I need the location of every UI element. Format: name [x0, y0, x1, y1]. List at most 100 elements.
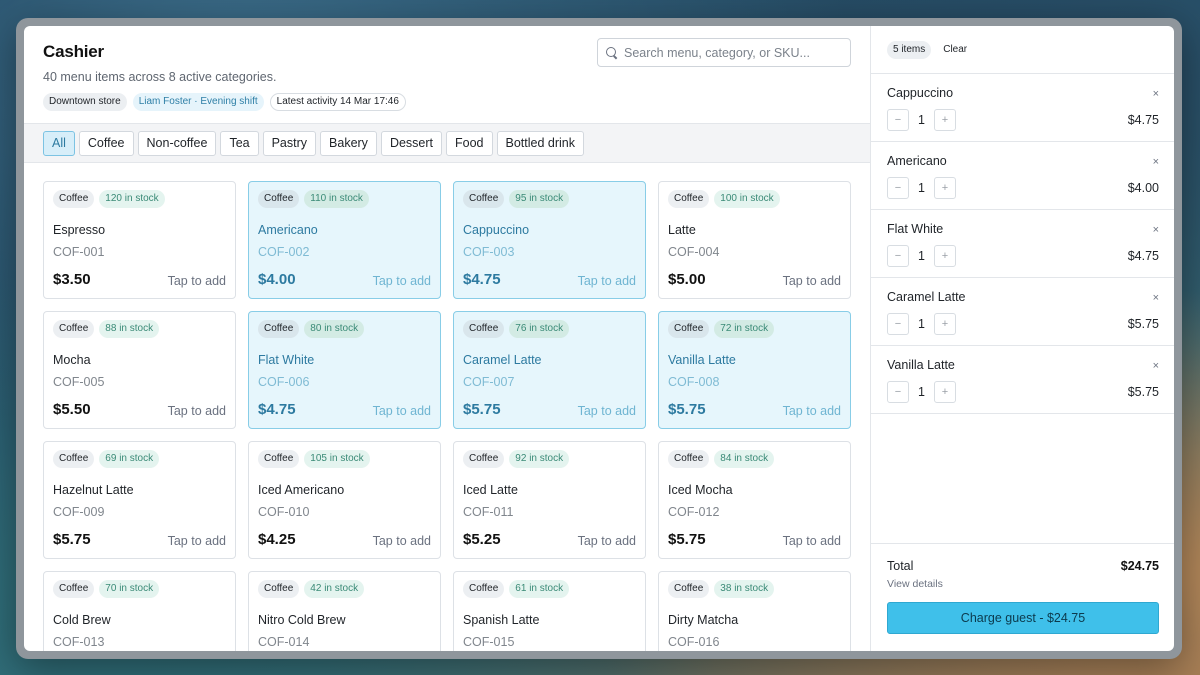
increase-quantity-button[interactable]: +: [934, 109, 956, 131]
search-box[interactable]: [597, 38, 851, 67]
product-name: Caramel Latte: [463, 353, 542, 367]
tab-food[interactable]: Food: [446, 130, 493, 156]
product-card[interactable]: Coffee 72 in stock Vanilla Latte COF-008 $5.…: [658, 311, 851, 429]
charge-guest-button[interactable]: Charge guest - $24.75: [887, 602, 1159, 634]
tap-to-add-label: Tap to add: [577, 274, 636, 288]
quantity-value: 1: [918, 249, 925, 263]
staff-chip: Liam Foster · Evening shift: [132, 93, 264, 111]
tab-non-coffee[interactable]: Non-coffee: [137, 130, 217, 156]
card-badges: Coffee 76 in stock: [463, 320, 636, 338]
cart-item-price: $4.75: [1127, 113, 1159, 127]
product-price: $5.50: [53, 401, 91, 418]
cart-item-name: Vanilla Latte: [887, 358, 955, 372]
quantity-value: 1: [918, 181, 925, 195]
product-sku: COF-003: [463, 245, 515, 259]
increase-quantity-button[interactable]: +: [934, 177, 956, 199]
decrease-quantity-button[interactable]: −: [887, 245, 909, 267]
decrease-quantity-button[interactable]: −: [887, 381, 909, 403]
product-card[interactable]: Coffee 76 in stock Caramel Latte COF-007 $5.…: [453, 311, 646, 429]
product-name: Vanilla Latte: [668, 353, 736, 367]
cart-item: Caramel Latte × −1 + $5.75: [871, 278, 1174, 346]
decrease-quantity-button[interactable]: −: [887, 109, 909, 131]
product-sku: COF-004: [668, 245, 720, 259]
stock-badge: 80 in stock: [304, 320, 365, 338]
cart-item: Vanilla Latte × −1 + $5.75: [871, 346, 1174, 414]
search-input[interactable]: [624, 45, 834, 60]
tab-bakery[interactable]: Bakery: [320, 130, 377, 156]
product-name: Cappuccino: [463, 223, 530, 237]
product-card[interactable]: Coffee 42 in stock Nitro Cold Brew COF-014: [248, 571, 441, 651]
stock-badge: 110 in stock: [304, 190, 369, 208]
decrease-quantity-button[interactable]: −: [887, 177, 909, 199]
product-card[interactable]: Coffee 88 in stock Mocha COF-005 $5.50 Tap to…: [43, 311, 236, 429]
cart-item-price: $4.00: [1127, 181, 1159, 195]
remove-item-icon[interactable]: ×: [1153, 88, 1159, 100]
view-details-link[interactable]: View details: [887, 578, 1159, 590]
cart-item: Cappuccino × −1 + $4.75: [871, 74, 1174, 142]
category-tabs: All Coffee Non-coffee Tea Pastry Bakery Desser…: [24, 123, 870, 163]
increase-quantity-button[interactable]: +: [934, 245, 956, 267]
clear-cart-button[interactable]: Clear: [937, 40, 973, 59]
stock-badge: 42 in stock: [304, 580, 365, 598]
remove-item-icon[interactable]: ×: [1153, 156, 1159, 168]
product-card[interactable]: Coffee 84 in stock Iced Mocha COF-012 $5.75 T…: [658, 441, 851, 559]
search-icon: [606, 46, 618, 59]
product-name: Nitro Cold Brew: [258, 613, 346, 627]
cart-footer: Total $24.75 View details Charge guest -…: [871, 543, 1174, 651]
cart-panel: 5 items Clear Cappuccino × −1 + $4.75 America…: [871, 26, 1174, 651]
cart-count-badge: 5 items: [887, 40, 932, 59]
increase-quantity-button[interactable]: +: [934, 313, 956, 335]
category-badge: Coffee: [53, 580, 95, 598]
product-name: Cold Brew: [53, 613, 111, 627]
product-price: $5.25: [463, 531, 501, 548]
decrease-quantity-button[interactable]: −: [887, 313, 909, 335]
quantity-row: −1 + $4.75: [887, 109, 1159, 131]
cart-item: Americano × −1 + $4.00: [871, 142, 1174, 210]
category-badge: Coffee: [53, 320, 95, 338]
product-card[interactable]: Coffee 69 in stock Hazelnut Latte COF-009 $5…: [43, 441, 236, 559]
category-badge: Coffee: [463, 450, 505, 468]
total-label: Total: [887, 559, 914, 573]
tap-to-add-label: Tap to add: [167, 274, 226, 288]
quantity-value: 1: [918, 317, 925, 331]
increase-quantity-button[interactable]: +: [934, 381, 956, 403]
tab-all[interactable]: All: [43, 130, 75, 156]
category-badge: Coffee: [53, 190, 95, 208]
product-price: $5.75: [668, 531, 706, 548]
product-card[interactable]: Coffee 120 in stock Espresso COF-001 $3.50 Ta…: [43, 181, 236, 299]
app-window: Cashier 40 menu items across 8 active ca…: [16, 18, 1182, 659]
tap-to-add-label: Tap to add: [577, 534, 636, 548]
remove-item-icon[interactable]: ×: [1153, 292, 1159, 304]
product-price: $5.75: [53, 531, 91, 548]
stock-badge: 38 in stock: [714, 580, 775, 598]
product-card[interactable]: Coffee 95 in stock Cappuccino COF-003 $4.75 T…: [453, 181, 646, 299]
product-grid: Coffee 120 in stock Espresso COF-001 $3.50 Ta…: [24, 163, 870, 651]
remove-item-icon[interactable]: ×: [1153, 360, 1159, 372]
cart-item-name: Caramel Latte: [887, 290, 966, 304]
tab-coffee[interactable]: Coffee: [78, 130, 134, 156]
tab-pastry[interactable]: Pastry: [262, 130, 317, 156]
tab-dessert[interactable]: Dessert: [380, 130, 443, 156]
cart-items-list: Cappuccino × −1 + $4.75 Americano × −1 + $4.00 Fla…: [871, 74, 1174, 543]
product-sku: COF-010: [258, 505, 310, 519]
tab-bottled-drink[interactable]: Bottled drink: [496, 130, 584, 156]
tap-to-add-label: Tap to add: [782, 534, 841, 548]
tab-tea[interactable]: Tea: [220, 130, 259, 156]
product-card[interactable]: Coffee 105 in stock Iced Americano COF-010 $…: [248, 441, 441, 559]
product-card[interactable]: Coffee 100 in stock Latte COF-004 $5.00 Tap t…: [658, 181, 851, 299]
product-name: Mocha: [53, 353, 91, 367]
product-card[interactable]: Coffee 80 in stock Flat White COF-006 $4.75 T…: [248, 311, 441, 429]
product-card[interactable]: Coffee 92 in stock Iced Latte COF-011 $5.25 T…: [453, 441, 646, 559]
category-badge: Coffee: [53, 450, 95, 468]
context-chips: Downtown store Liam Foster · Evening shi…: [43, 93, 851, 111]
product-card[interactable]: Coffee 61 in stock Spanish Latte COF-015: [453, 571, 646, 651]
tap-to-add-label: Tap to add: [372, 534, 431, 548]
remove-item-icon[interactable]: ×: [1153, 224, 1159, 236]
card-badges: Coffee 72 in stock: [668, 320, 841, 338]
product-card[interactable]: Coffee 70 in stock Cold Brew COF-013: [43, 571, 236, 651]
stock-badge: 95 in stock: [509, 190, 570, 208]
stock-badge: 69 in stock: [99, 450, 160, 468]
product-card[interactable]: Coffee 110 in stock Americano COF-002 $4.00 T…: [248, 181, 441, 299]
cashier-app: Cashier 40 menu items across 8 active ca…: [24, 26, 1174, 651]
product-card[interactable]: Coffee 38 in stock Dirty Matcha COF-016: [658, 571, 851, 651]
